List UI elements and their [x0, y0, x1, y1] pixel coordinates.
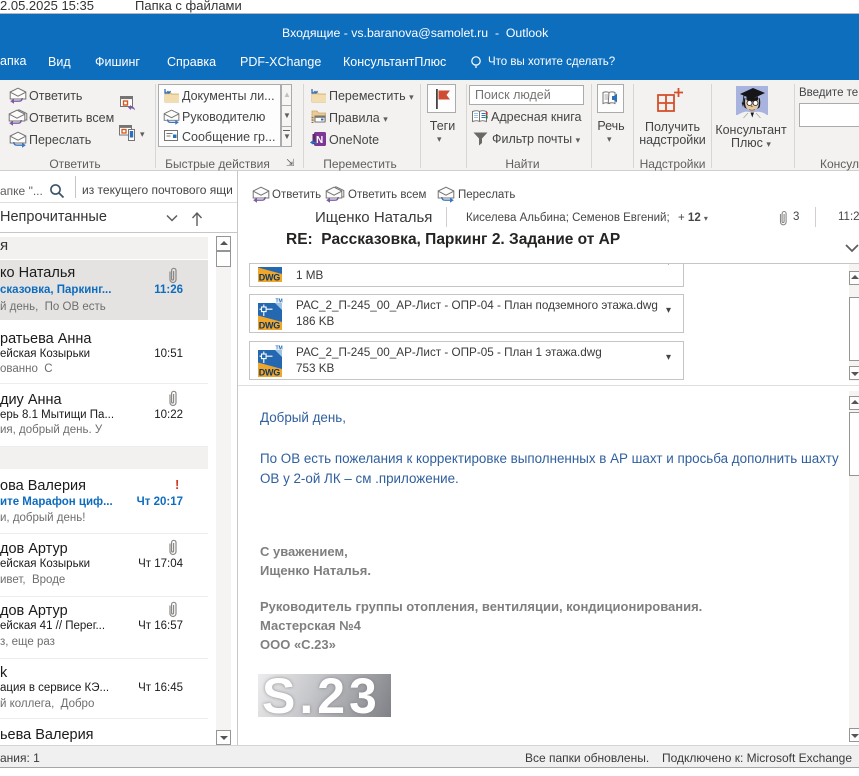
- svg-text:DWG: DWG: [259, 368, 280, 378]
- svg-text:N: N: [316, 135, 323, 146]
- svg-text:DWG: DWG: [259, 273, 280, 283]
- svg-text:DWG: DWG: [259, 321, 280, 331]
